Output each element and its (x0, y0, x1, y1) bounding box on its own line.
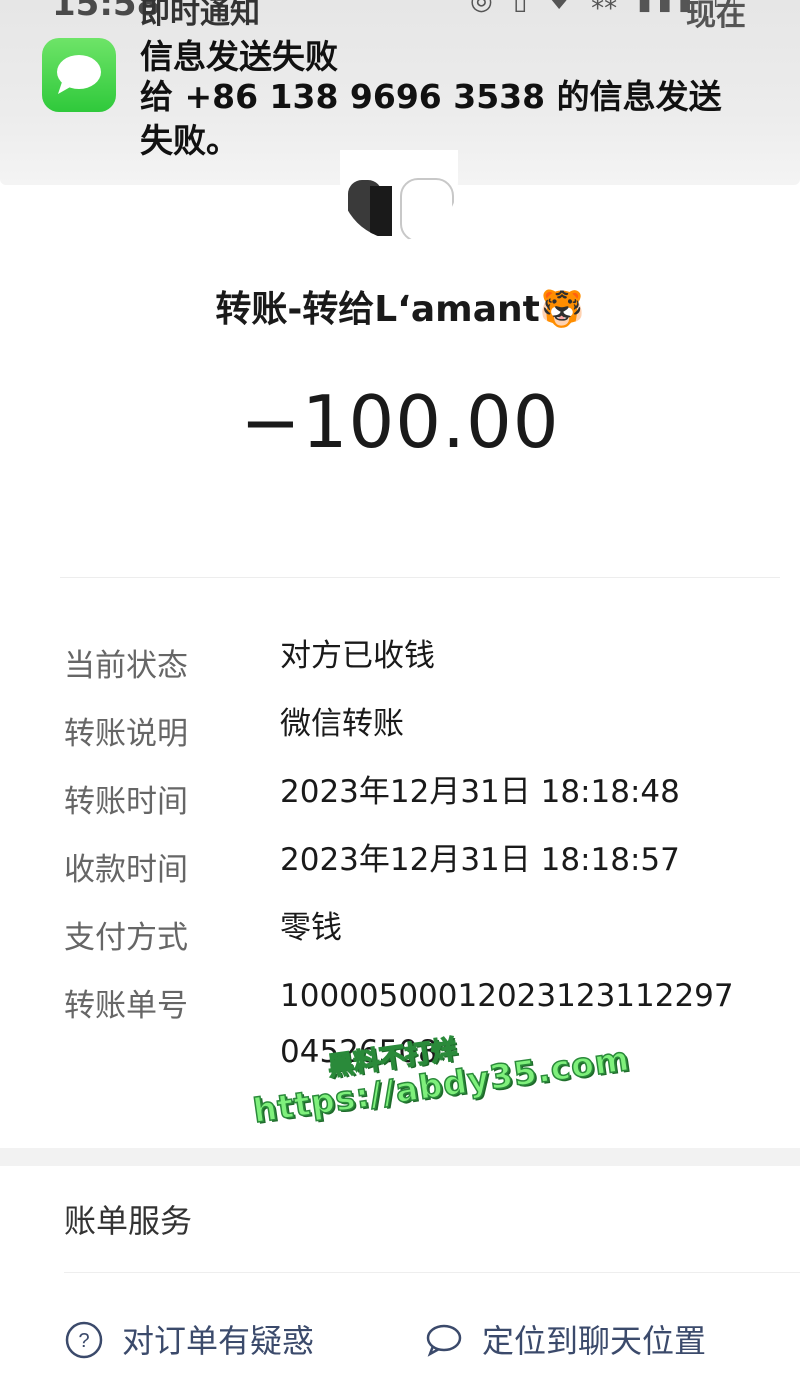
transfer-amount: −100.00 (240, 380, 560, 464)
locate-chat-button[interactable]: 定位到聊天位置 (424, 1316, 754, 1360)
detail-value: 零钱 (280, 910, 342, 946)
transfer-summary-card: 转账-转给L‘amant🐯 −100.00 (60, 225, 780, 578)
notification-app-name: 即时通知 (140, 0, 260, 31)
detail-label: 转账时间 (64, 784, 188, 820)
detail-label: 转账单号 (64, 988, 188, 1024)
section-divider (0, 1148, 800, 1166)
order-question-label: 对订单有疑惑 (122, 1322, 315, 1360)
detail-value: 对方已收钱 (280, 638, 435, 674)
detail-label: 收款时间 (64, 852, 188, 888)
detail-value: 微信转账 (280, 706, 404, 742)
order-question-button[interactable]: ? 对订单有疑惑 (64, 1316, 384, 1360)
messages-icon (42, 38, 116, 112)
divider (64, 1272, 800, 1273)
chat-bubble-icon (424, 1320, 464, 1368)
detail-label: 支付方式 (64, 920, 188, 956)
payee-title: 转账-转给L‘amant🐯 (215, 289, 585, 330)
detail-value: 2023年12月31日 18:18:48 (280, 774, 680, 810)
detail-label: 当前状态 (64, 648, 188, 684)
question-circle-icon: ? (64, 1320, 104, 1368)
notification-time: 现在 (686, 0, 746, 33)
locate-chat-label: 定位到聊天位置 (482, 1322, 707, 1360)
svg-text:?: ? (78, 1330, 89, 1352)
detail-label: 转账说明 (64, 716, 188, 752)
detail-value: 2023年12月31日 18:18:57 (280, 842, 680, 878)
bill-services-title: 账单服务 (64, 1202, 193, 1240)
notification-title: 信息发送失败 (140, 37, 338, 76)
